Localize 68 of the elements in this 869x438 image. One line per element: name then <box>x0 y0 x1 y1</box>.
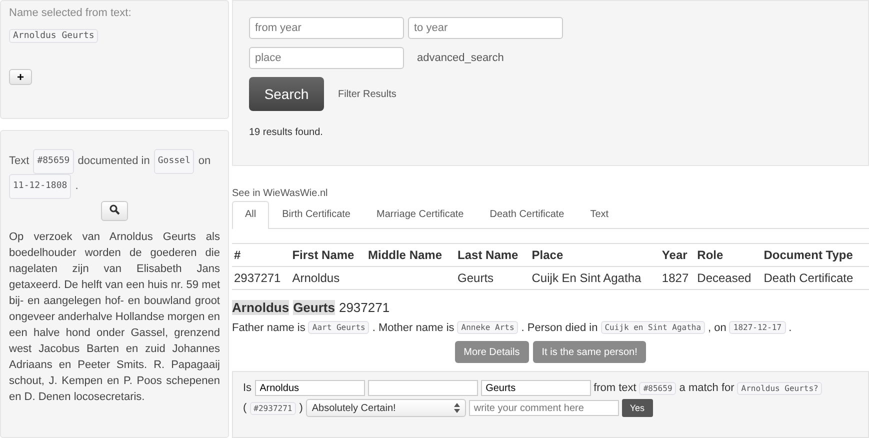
table-cell: Deceased <box>697 271 752 285</box>
sentence-text: . Mother name is <box>372 322 454 334</box>
selection-label: Name selected from text: <box>9 7 132 19</box>
table-cell: 1827 <box>662 271 689 285</box>
search-icon <box>109 204 120 215</box>
select-arrows-icon <box>454 403 460 413</box>
sentence-text: . <box>788 322 792 334</box>
to-year-field[interactable]: to year <box>408 17 563 39</box>
advanced-search-link[interactable]: advanced_search <box>417 52 504 64</box>
form-label: from text <box>594 382 636 394</box>
search-button[interactable]: Search <box>249 77 324 111</box>
place-field[interactable]: place <box>249 47 404 69</box>
column-header: Last Name <box>456 244 530 266</box>
filter-results-link[interactable]: Filter Results <box>338 88 396 100</box>
column-header: # <box>232 244 290 266</box>
highlighted-name: Arnoldus <box>232 300 290 315</box>
code-snippet: Anneke Arts <box>457 321 518 334</box>
sentence-text: Text <box>9 154 30 169</box>
column-header: First Name <box>290 244 366 266</box>
code-snippet: 1827-12-17 <box>729 321 786 334</box>
first-name-field[interactable]: Arnoldus <box>254 380 365 396</box>
form-label: ( <box>243 402 247 414</box>
sentence-text: . Person died in <box>521 322 598 334</box>
middle-name-field[interactable] <box>368 380 478 396</box>
column-header: Year <box>660 244 696 266</box>
highlighted-name: Geurts <box>293 300 335 315</box>
tab[interactable]: Death Certificate <box>476 201 578 228</box>
code-snippet: Cuijk en Sint Agatha <box>600 321 706 334</box>
column-header: Document Type <box>762 244 869 266</box>
sentence-text: 2937271 <box>338 300 390 315</box>
sentence-text: on <box>198 154 211 169</box>
yes-button[interactable]: Yes <box>622 399 653 417</box>
wiewaswie-link[interactable]: See in WieWasWie.nl <box>232 188 869 199</box>
column-header: Middle Name <box>366 244 456 266</box>
code-snippet: Aart Geurts <box>308 321 370 334</box>
code-snippet: Gossel <box>154 149 194 174</box>
code-snippet: 11-12-1808 <box>9 174 72 199</box>
form-label: a match for <box>679 382 734 394</box>
code-snippet: Arnoldus Geurts? <box>737 382 822 394</box>
tab[interactable]: Birth Certificate <box>269 201 364 228</box>
comment-field[interactable]: write your comment here <box>468 400 619 416</box>
column-header: Place <box>530 244 660 266</box>
sentence-text: documented in <box>78 154 150 169</box>
results-count: 19 results found. <box>249 127 324 138</box>
sentence-text: , on <box>708 322 726 334</box>
certainty-select[interactable]: Absolutely Certain! <box>306 399 466 417</box>
table-cell: Death Certificate <box>764 271 854 285</box>
table-cell: Arnoldus <box>292 271 340 285</box>
code-snippet: #85659 <box>639 382 676 394</box>
search-button[interactable] <box>101 201 128 221</box>
table-cell: Geurts <box>458 271 494 285</box>
from-year-field[interactable]: from year <box>249 17 404 39</box>
table-cell: Cuijk En Sint Agatha <box>532 271 642 285</box>
sentence-text: . <box>75 179 78 194</box>
code-snippet: #2937271 <box>250 402 296 414</box>
table-cell: 2937271 <box>234 271 281 285</box>
form-label: Is <box>243 382 252 394</box>
tab[interactable]: Text <box>577 201 622 228</box>
code-snippet: #85659 <box>33 149 74 174</box>
tab[interactable]: All <box>232 201 270 229</box>
sentence-text: Father name is <box>232 322 306 334</box>
tab[interactable]: Marriage Certificate <box>363 201 477 228</box>
document-text: Op verzoek van Arnoldus Geurts als boedelhouder worden de goederen die nagelaten zijn van Elisabeth Jans getaxeerd. De helft van een huis nr. 59 met bij- en aangelegen hof- en bouwland groot ongeveer anderhalve Hollandse morgen en een halve hond onder Gassel, grenzend west Jacobus Barten en zuid Johannes Adriaans en Peeter Smits. R. Papagaaij schout, J. Kempen en P. Poos schepenen en D. Denen locosecretaris. <box>9 230 220 405</box>
add-button[interactable]: + <box>9 69 32 85</box>
last-name-field[interactable]: Geurts <box>480 380 591 396</box>
form-label: ) <box>299 402 303 414</box>
selected-name: Arnoldus Geurts <box>9 29 98 43</box>
column-header: Role <box>695 244 762 266</box>
